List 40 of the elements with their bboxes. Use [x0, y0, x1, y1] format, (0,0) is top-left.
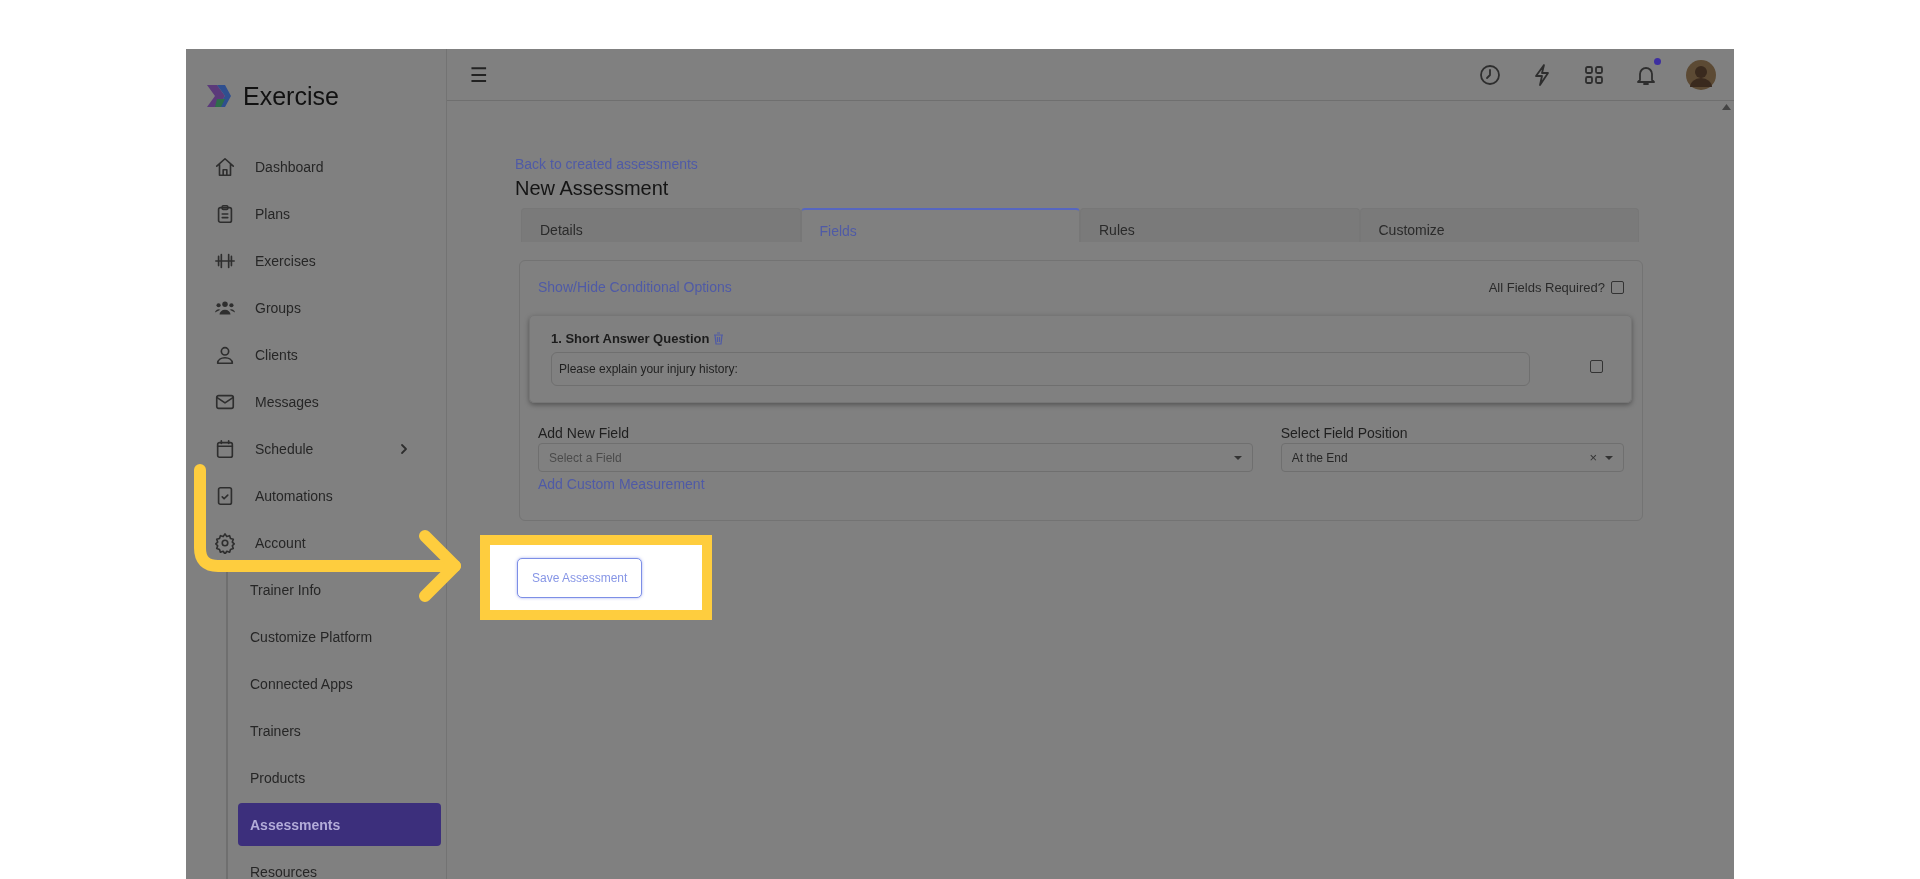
clock-icon[interactable] — [1478, 62, 1502, 87]
caret-down-icon — [1233, 455, 1242, 460]
checkbox[interactable] — [1590, 360, 1603, 373]
sidebar-item[interactable]: Trainer Info — [238, 579, 441, 600]
checkbox[interactable] — [1611, 280, 1624, 294]
sidebar-item[interactable]: Dashboard — [214, 156, 429, 177]
caret-down-icon — [1605, 455, 1613, 460]
scroll-up-icon[interactable] — [1722, 104, 1731, 110]
sidebar-item[interactable]: Customize Platform — [238, 626, 441, 647]
sidebar-item[interactable]: Messages — [214, 391, 429, 412]
tab[interactable]: Customize — [1359, 208, 1639, 242]
sidebar-item[interactable]: Schedule — [214, 438, 429, 459]
menu-button[interactable]: ☰ — [470, 62, 488, 87]
all-required-label: All Fields Required? — [1488, 279, 1605, 295]
tab[interactable]: Rules — [1080, 208, 1360, 242]
avatar-icon[interactable] — [1686, 59, 1716, 90]
tab[interactable]: Details — [521, 208, 801, 242]
question-title: 1. Short Answer Question — [551, 331, 710, 346]
field-label: Add New Field — [538, 425, 631, 441]
sidebar-item[interactable]: Groups — [214, 297, 429, 318]
save-assessment-button[interactable]: Save Assessment — [517, 557, 643, 598]
answer-field[interactable]: Please explain your injury history: — [551, 352, 1530, 386]
page-title: New Assessment — [515, 177, 670, 200]
calendar-icon — [214, 437, 236, 460]
sidebar-item[interactable]: Account — [214, 532, 429, 553]
position-dropdown[interactable]: At the End × — [1280, 443, 1624, 472]
sidebar-item[interactable]: Assessments — [238, 803, 441, 846]
sidebar-item[interactable]: Automations — [214, 485, 429, 506]
logo-icon — [205, 82, 233, 110]
field-label: Select Field Position — [1280, 425, 1409, 441]
sidebar-item[interactable]: Connected Apps — [238, 673, 441, 694]
sidebar-item[interactable]: Products — [238, 767, 441, 788]
sidebar-item[interactable]: Exercises — [214, 250, 429, 271]
home-icon — [214, 155, 236, 178]
sidebar-item[interactable]: Plans — [214, 203, 429, 224]
sidebar-item[interactable]: Trainers — [238, 720, 441, 741]
app-name: Exercise — [243, 81, 339, 111]
sidebar-item[interactable]: Resources — [238, 861, 441, 879]
sidebar-item[interactable]: Clients — [214, 344, 429, 365]
settings-icon — [214, 531, 236, 554]
